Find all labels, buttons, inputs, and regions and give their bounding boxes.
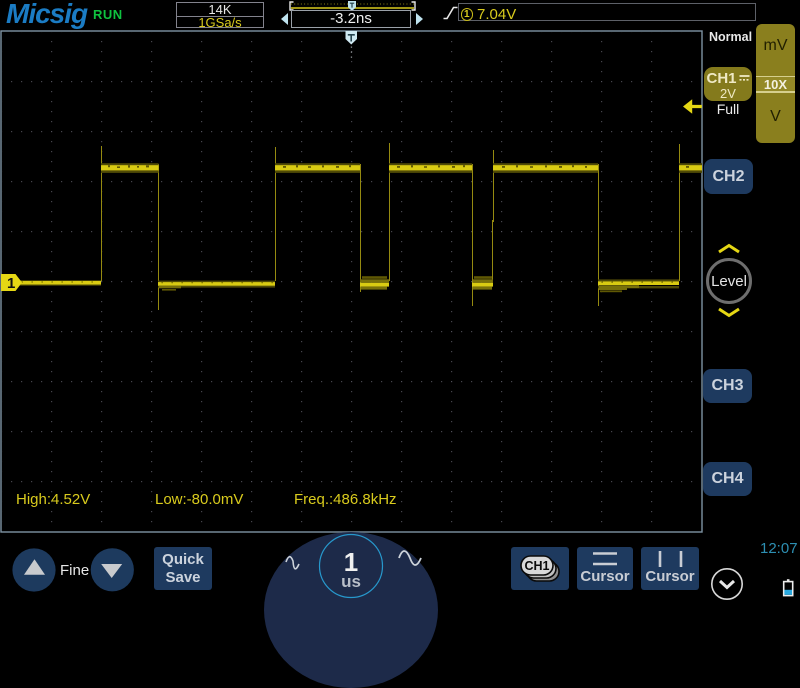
svg-text:High:4.52V: High:4.52V <box>16 491 90 508</box>
svg-text:Cursor: Cursor <box>580 568 629 585</box>
svg-text:Cursor: Cursor <box>645 568 694 585</box>
svg-text:Freq.:486.8kHz: Freq.:486.8kHz <box>294 491 397 508</box>
svg-text:Level: Level <box>711 273 747 290</box>
svg-text:1: 1 <box>7 275 15 292</box>
svg-text:us: us <box>341 572 361 591</box>
svg-text:CH1: CH1 <box>524 559 549 573</box>
svg-text:Low:-80.0mV: Low:-80.0mV <box>155 491 243 508</box>
